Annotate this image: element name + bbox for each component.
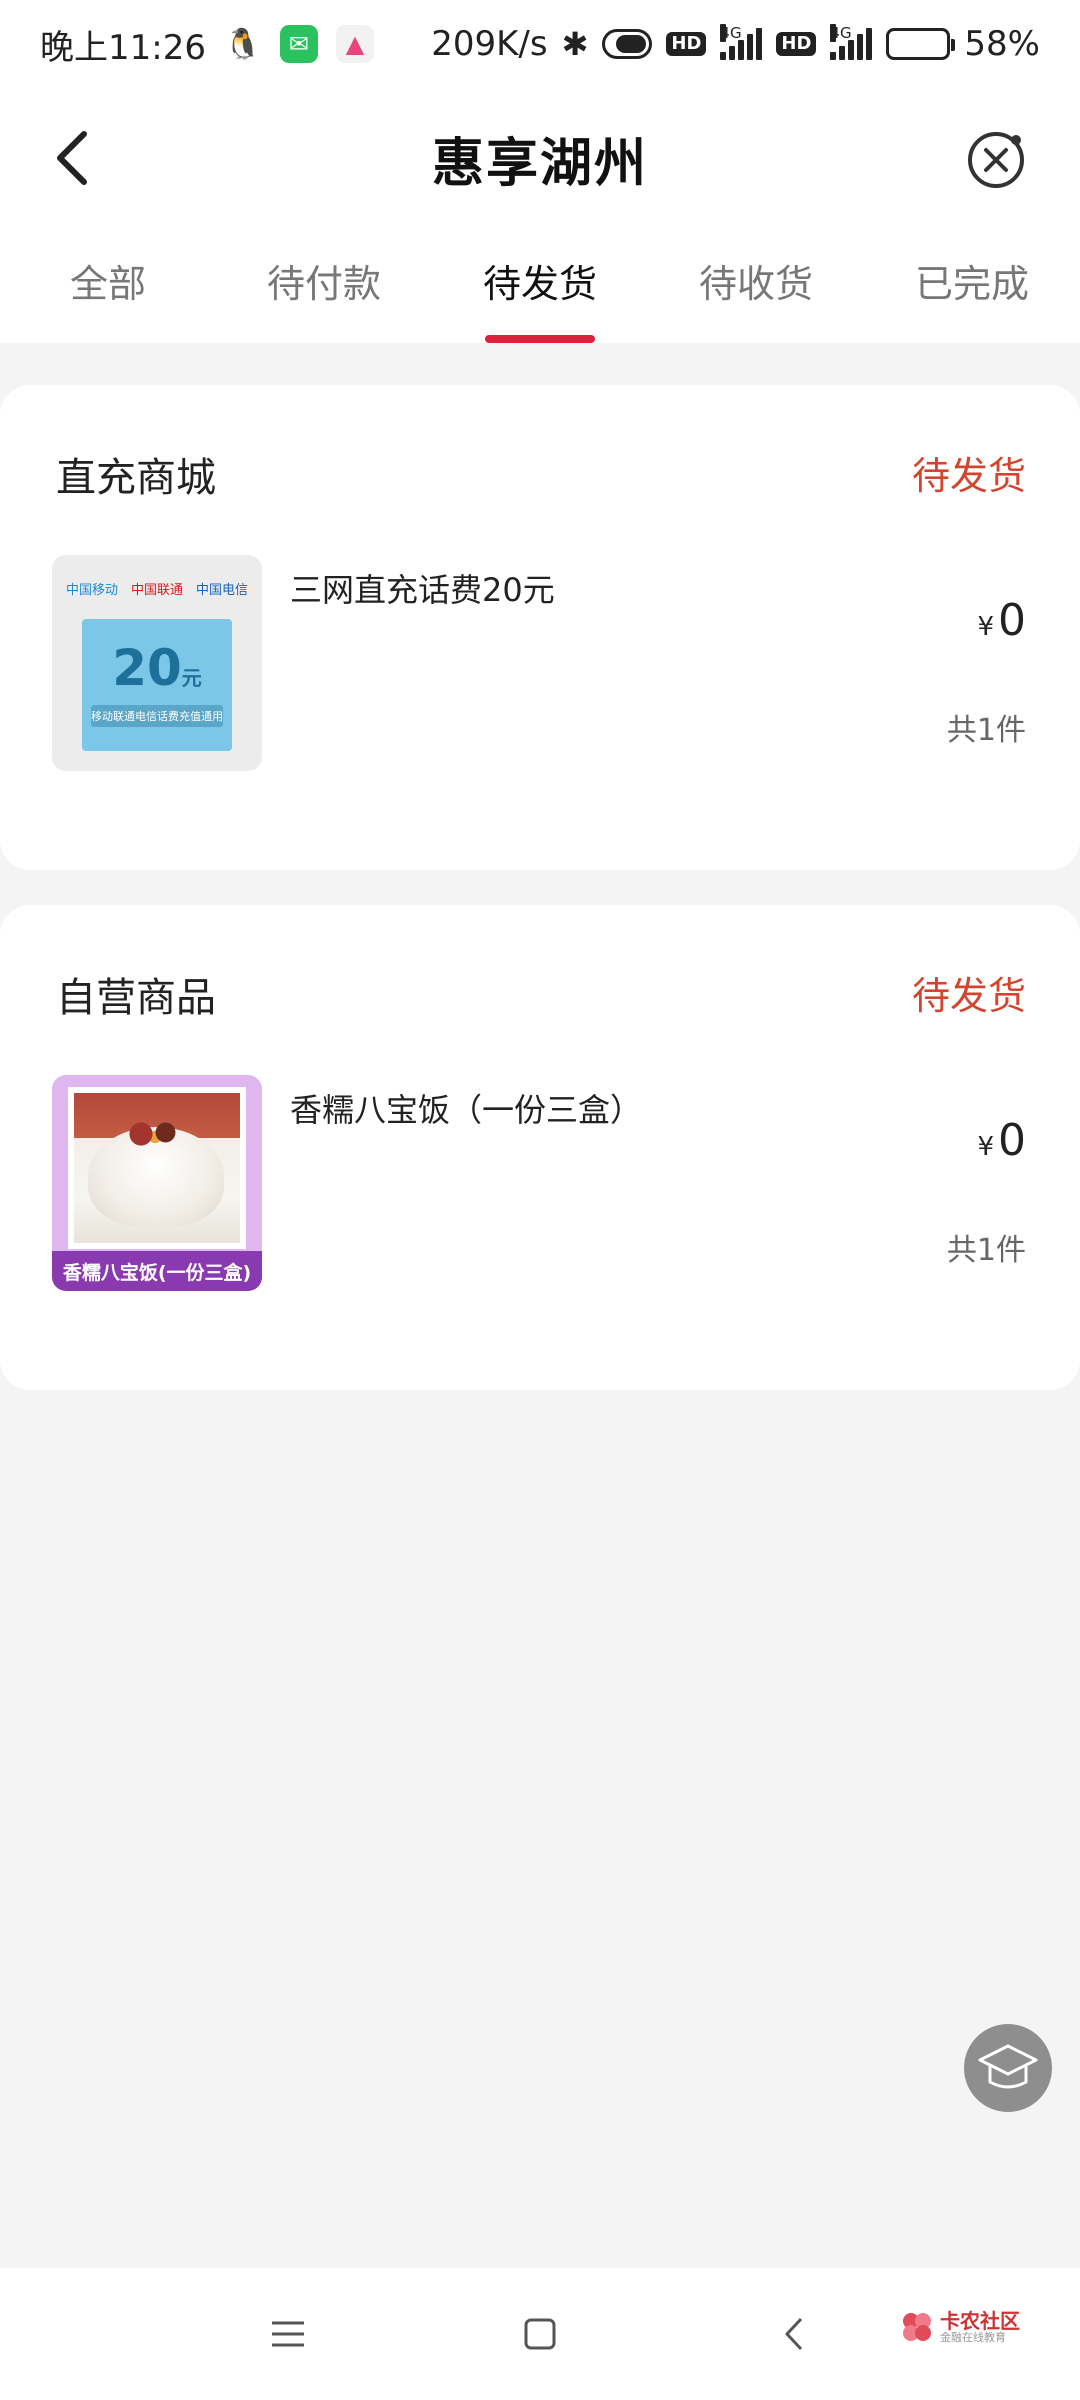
status-right: 209K/s ✱ HD 4G HD 4G 58%: [431, 24, 1040, 64]
tab-label: 待收货: [698, 262, 813, 306]
bluetooth-icon: ✱: [561, 25, 589, 63]
wechat-icon: ✉: [279, 25, 318, 63]
battery-percent: 58%: [964, 24, 1040, 64]
recharge-desc: 移动联通电信话费充值通用: [91, 705, 223, 727]
qq-icon: 🐧: [224, 26, 262, 62]
order-card[interactable]: 直充商城 待发货 中国移动 中国联通 中国电信 20元 移动联通电信话费充值通用…: [0, 385, 1080, 870]
product-thumbnail[interactable]: 中国移动 中国联通 中国电信 20元 移动联通电信话费充值通用: [52, 555, 262, 771]
recharge-amount: 20元: [112, 643, 202, 693]
menu-icon: [272, 2321, 304, 2347]
page-header: 惠享湖州: [0, 88, 1080, 228]
system-nav-bar: 卡农社区 金融在线教育: [0, 2268, 1080, 2400]
tab-label: 全部: [69, 262, 146, 306]
tab-pending-payment[interactable]: 待付款: [216, 228, 432, 343]
tab-label: 已完成: [914, 262, 1029, 306]
rice-topping: [120, 1119, 190, 1149]
product-price: ¥0: [977, 595, 1026, 646]
kanong-logo-icon: [903, 2313, 931, 2342]
order-tabs: 全部 待付款 待发货 待收货 已完成: [0, 228, 1080, 343]
toggle-icon: [602, 29, 653, 59]
status-time: 晚上11:26: [40, 27, 206, 68]
recent-apps-button[interactable]: [256, 2302, 320, 2366]
signal-icon-2: 4G: [830, 24, 873, 60]
watermark-name: 卡农社区: [940, 2309, 1020, 2333]
price-value: 0: [998, 1115, 1026, 1166]
carrier-logos: 中国移动 中国联通 中国电信: [66, 573, 248, 603]
chevron-left-icon: [57, 131, 87, 185]
amount-value: 20: [112, 639, 182, 697]
china-mobile-logo: 中国移动: [66, 582, 119, 598]
store-name: 自营商品: [56, 975, 216, 1021]
close-circle-icon: [968, 132, 1024, 188]
square-icon: [524, 2318, 556, 2350]
home-button[interactable]: [508, 2302, 572, 2366]
app-notification-icon: ▲: [335, 25, 374, 63]
store-name: 直充商城: [56, 455, 216, 501]
order-card[interactable]: 自营商品 待发货 香糯八宝饭(一份三盒) 香糯八宝饭（一份三盒） ¥0 共1件: [0, 905, 1080, 1390]
rice-photo: [74, 1093, 240, 1243]
page-title: 惠享湖州: [431, 133, 648, 194]
china-unicom-logo: 中国联通: [130, 582, 183, 598]
product-quantity: 共1件: [946, 1233, 1026, 1268]
currency-symbol: ¥: [977, 1132, 994, 1162]
product-quantity: 共1件: [946, 713, 1026, 748]
product-thumbnail[interactable]: 香糯八宝饭(一份三盒): [52, 1075, 262, 1291]
chevron-left-icon: [785, 2317, 803, 2351]
network-type-1: 4G: [720, 24, 742, 42]
close-miniapp-button[interactable]: [966, 130, 1026, 190]
watermark: 卡农社区 金融在线教育: [900, 2310, 1020, 2344]
tab-all[interactable]: 全部: [0, 228, 216, 343]
product-price: ¥0: [977, 1115, 1026, 1166]
photo-frame: [68, 1087, 246, 1249]
tab-label: 待付款: [266, 262, 381, 306]
status-left: 晚上11:26 🐧 ✉ ▲: [40, 20, 374, 69]
tab-pending-shipment[interactable]: 待发货: [432, 228, 648, 343]
floating-home-button[interactable]: [964, 2024, 1052, 2112]
back-button[interactable]: [42, 128, 102, 188]
signal-icon-1: 4G: [720, 24, 763, 60]
china-telecom-logo: 中国电信: [195, 582, 248, 598]
tab-pending-receipt[interactable]: 待收货: [648, 228, 864, 343]
price-value: 0: [998, 595, 1026, 646]
network-type-2: 4G: [830, 24, 852, 42]
thumbnail-caption: 香糯八宝饭(一份三盒): [52, 1251, 262, 1291]
order-status: 待发货: [911, 974, 1026, 1018]
currency-symbol: ¥: [977, 612, 994, 642]
hd-badge-2: HD: [776, 32, 817, 56]
order-status: 待发货: [911, 454, 1026, 498]
status-bar: 晚上11:26 🐧 ✉ ▲ 209K/s ✱ HD 4G HD 4G 58%: [0, 0, 1080, 88]
recharge-card-face: 20元 移动联通电信话费充值通用: [82, 619, 232, 751]
back-nav-button[interactable]: [762, 2302, 826, 2366]
watermark-sub: 金融在线教育: [940, 2331, 1006, 2344]
product-name: 香糯八宝饭（一份三盒）: [290, 1091, 643, 1129]
graduation-cap-icon: [978, 2044, 1038, 2089]
battery-icon: [886, 28, 956, 60]
amount-unit: 元: [181, 666, 202, 690]
active-tab-indicator: [485, 335, 595, 343]
network-speed: 209K/s: [431, 24, 548, 64]
tab-label: 待发货: [482, 262, 597, 306]
product-name: 三网直充话费20元: [290, 571, 555, 609]
hd-badge-1: HD: [666, 32, 707, 56]
tab-completed[interactable]: 已完成: [864, 228, 1080, 343]
